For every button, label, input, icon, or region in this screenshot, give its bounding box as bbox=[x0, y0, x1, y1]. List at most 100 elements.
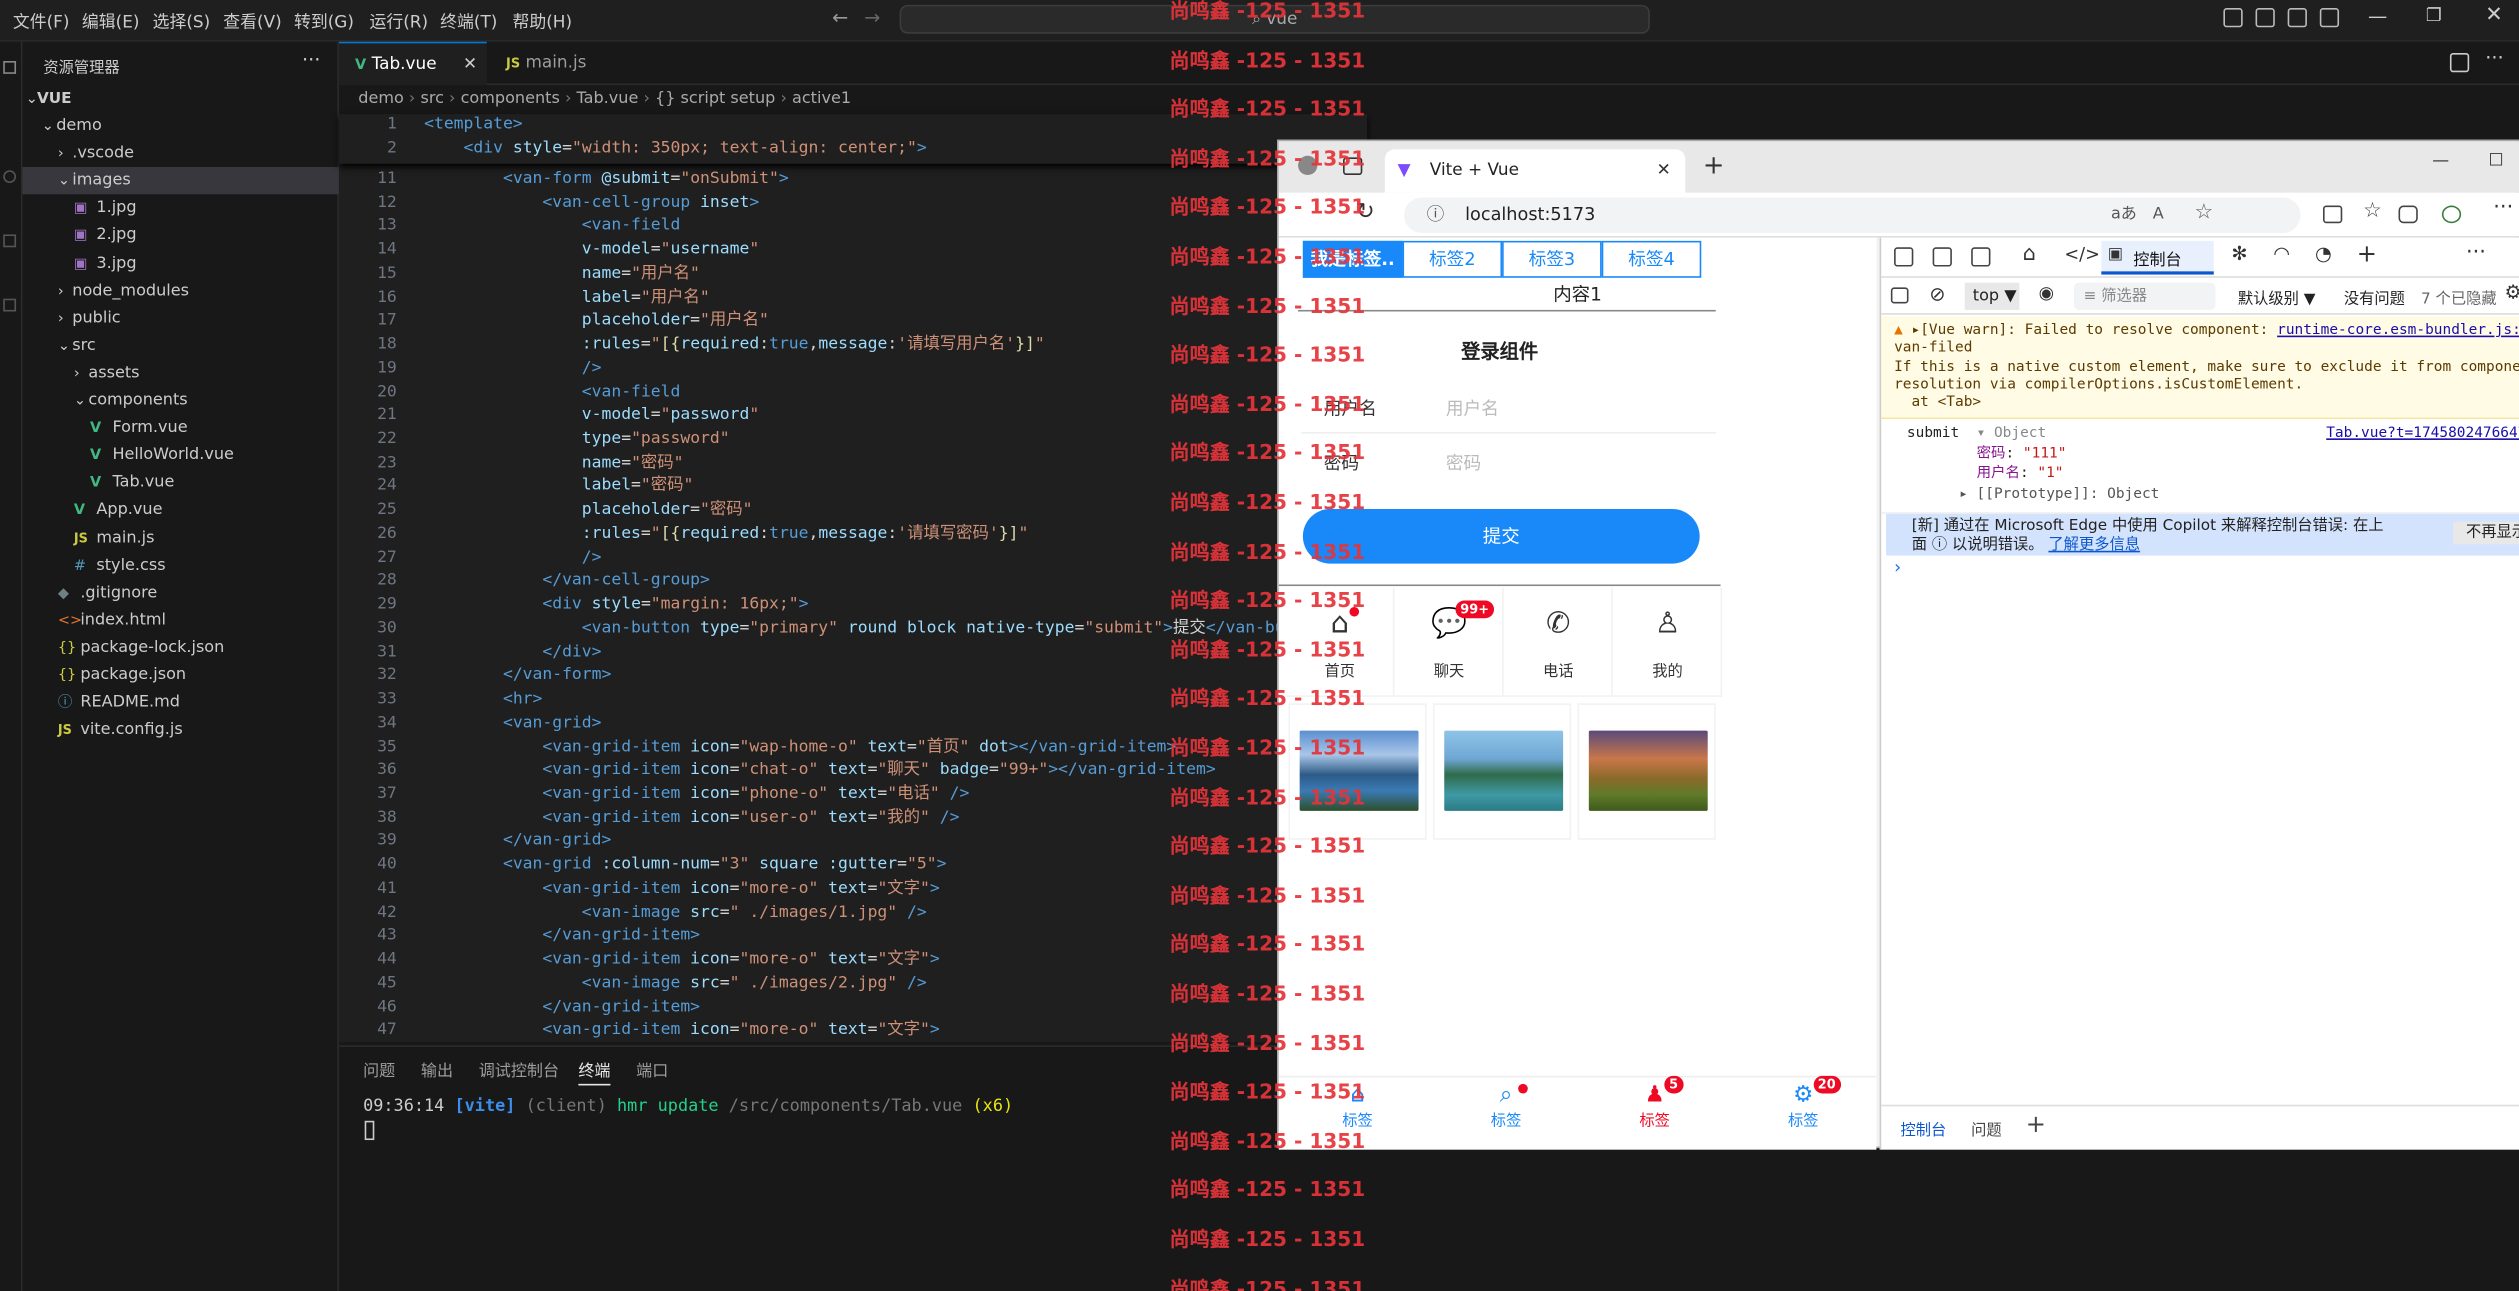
image-cell-1[interactable] bbox=[1288, 703, 1427, 840]
close-window-icon[interactable]: ✕ bbox=[2485, 3, 2503, 27]
panel-tab[interactable]: 输出 bbox=[421, 1057, 453, 1081]
search-view-icon[interactable] bbox=[3, 170, 17, 184]
extensions-icon[interactable] bbox=[3, 298, 17, 312]
elements-icon[interactable]: </> bbox=[2064, 244, 2100, 265]
extensions-puzzle-icon[interactable] bbox=[2441, 205, 2462, 224]
console-prompt-icon[interactable]: › bbox=[1894, 557, 1901, 578]
close-browser-tab-icon[interactable]: ✕ bbox=[1657, 149, 1671, 192]
panel-tab[interactable]: 终端 bbox=[578, 1057, 611, 1086]
toggle-panel-icon[interactable] bbox=[2255, 8, 2275, 28]
favorite-star-icon[interactable]: ☆ bbox=[2194, 196, 2213, 231]
menu-item[interactable]: 转到(G) bbox=[294, 10, 354, 34]
new-tab-icon[interactable]: + bbox=[1703, 149, 1725, 180]
add-tool-icon[interactable]: + bbox=[2357, 239, 2377, 268]
tree-item[interactable]: › node_modules bbox=[22, 277, 338, 304]
tabbar-item[interactable]: ⌕ 标签 bbox=[1432, 1082, 1580, 1130]
read-aloud-icon[interactable]: aあ bbox=[2111, 198, 2137, 233]
tab-main-js[interactable]: JS main.js bbox=[490, 42, 628, 85]
tree-root[interactable]: ⌄VUE bbox=[22, 85, 338, 112]
device-toolbar-icon[interactable] bbox=[1932, 247, 1952, 267]
tree-item[interactable]: ⌄ demo bbox=[22, 112, 338, 139]
tree-item[interactable]: V App.vue bbox=[22, 497, 338, 524]
inspect-icon[interactable] bbox=[1894, 247, 1914, 267]
tree-item[interactable]: ⌄ images bbox=[22, 167, 339, 195]
tree-item[interactable]: # style.css bbox=[22, 552, 338, 579]
issues-count[interactable]: 没有问题 bbox=[2344, 286, 2405, 309]
grid-item[interactable]: ✆ 电话 bbox=[1503, 587, 1613, 697]
dock-icon[interactable] bbox=[1971, 247, 1991, 267]
tree-item[interactable]: JS vite.config.js bbox=[22, 716, 338, 743]
browser-minimize-icon[interactable]: — bbox=[2432, 151, 2449, 170]
tree-item[interactable]: {} package-lock.json bbox=[22, 634, 338, 661]
drawer-add-icon[interactable]: + bbox=[2026, 1110, 2046, 1139]
image-cell-3[interactable] bbox=[1577, 703, 1716, 840]
panel-tab[interactable]: 端口 bbox=[636, 1057, 668, 1081]
browser-menu-icon[interactable]: ··· bbox=[2493, 196, 2513, 220]
tree-item[interactable]: ⌄ src bbox=[22, 332, 338, 359]
url-field[interactable]: ⓘ localhost:5173 aあ A ☆ bbox=[1404, 196, 2301, 233]
forward-arrow-icon[interactable]: → bbox=[864, 6, 880, 28]
log-level-select[interactable]: 默认级别 ▼ bbox=[2238, 286, 2316, 309]
tree-item[interactable]: ◆ .gitignore bbox=[22, 579, 338, 606]
tabbar-item[interactable]: ♟ 标签 5 bbox=[1581, 1075, 1729, 1130]
welcome-home-icon[interactable]: ⌂ bbox=[2023, 242, 2036, 266]
tree-item[interactable]: V HelloWorld.vue bbox=[22, 442, 338, 469]
more-actions-icon[interactable]: ··· bbox=[302, 48, 320, 70]
breadcrumb-item[interactable]: {} script setup bbox=[655, 90, 775, 108]
drawer-tab-console[interactable]: 控制台 bbox=[1900, 1118, 1946, 1140]
menu-item[interactable]: 查看(V) bbox=[223, 10, 281, 34]
tree-item[interactable]: › assets bbox=[22, 360, 338, 387]
drawer-tab-issues[interactable]: 问题 bbox=[1971, 1118, 2002, 1140]
console-settings-icon[interactable]: ⚙ bbox=[2505, 281, 2519, 303]
site-info-icon[interactable]: ⓘ bbox=[1427, 198, 1445, 233]
clear-console-icon[interactable]: ⊘ bbox=[1929, 283, 1945, 305]
tree-item[interactable]: {} package.json bbox=[22, 662, 338, 689]
log-object[interactable]: ▾ Object bbox=[1977, 426, 2047, 442]
explorer-icon[interactable] bbox=[3, 61, 17, 74]
van-tab[interactable]: 标签4 bbox=[1601, 240, 1702, 278]
devtools-more-icon[interactable]: ··· bbox=[2466, 241, 2486, 265]
van-tab[interactable]: 标签3 bbox=[1502, 240, 1602, 278]
breadcrumb-item[interactable]: src bbox=[420, 90, 443, 108]
tip-dismiss-button[interactable]: 不再显示 bbox=[2453, 521, 2519, 545]
menu-item[interactable]: 文件(F) bbox=[13, 10, 70, 34]
menu-item[interactable]: 终端(T) bbox=[440, 10, 497, 34]
bug-icon[interactable]: ✻ bbox=[2231, 242, 2247, 264]
split-screen-icon[interactable] bbox=[2322, 205, 2343, 224]
breadcrumb-item[interactable]: active1 bbox=[792, 90, 851, 108]
restore-icon[interactable]: ❐ bbox=[2426, 5, 2442, 26]
tab-console[interactable]: ▣ 控制台 bbox=[2101, 240, 2214, 275]
toggle-sidebar-icon[interactable] bbox=[2223, 8, 2243, 28]
tree-item[interactable]: V Tab.vue bbox=[22, 469, 338, 496]
panel-tab[interactable]: 调试控制台 bbox=[479, 1057, 559, 1081]
tree-item[interactable]: ⓘ README.md bbox=[22, 689, 338, 716]
context-select[interactable]: top ▼ bbox=[1964, 282, 2020, 310]
warn-source-link[interactable]: runtime-core.esm-bundler.js:51 bbox=[2277, 323, 2519, 339]
van-tab[interactable]: 标签2 bbox=[1402, 240, 1503, 278]
browser-tab-active[interactable]: ▼ Vite + Vue ✕ bbox=[1384, 149, 1686, 193]
tree-item[interactable]: › public bbox=[22, 305, 338, 332]
menu-item[interactable]: 选择(S) bbox=[153, 10, 211, 34]
image-cell-2[interactable] bbox=[1432, 703, 1572, 840]
tree-item[interactable]: ▣ 3.jpg bbox=[22, 250, 338, 277]
minimize-icon[interactable]: — bbox=[2368, 5, 2387, 27]
log-source-link[interactable]: Tab.vue?t=1745802476647: bbox=[2326, 424, 2519, 444]
live-expression-eye-icon[interactable]: ◉ bbox=[2039, 283, 2054, 304]
tree-item[interactable]: JS main.js bbox=[22, 524, 338, 551]
grid-item[interactable]: 💬 聊天 99+ bbox=[1394, 587, 1504, 697]
breadcrumb-item[interactable]: Tab.vue bbox=[576, 90, 638, 108]
editor-more-icon[interactable]: ··· bbox=[2485, 47, 2503, 69]
sidebar-toggle-icon[interactable] bbox=[1890, 287, 1909, 304]
network-wifi-icon[interactable]: ◠ bbox=[2273, 242, 2290, 264]
menu-item[interactable]: 帮助(H) bbox=[512, 10, 572, 34]
tree-item[interactable]: ⌄ components bbox=[22, 387, 338, 414]
toggle-secondary-sidebar-icon[interactable] bbox=[2287, 8, 2307, 28]
customize-layout-icon[interactable] bbox=[2319, 8, 2340, 28]
split-editor-icon[interactable] bbox=[2449, 52, 2470, 73]
tip-learn-more-link[interactable]: 了解更多信息 bbox=[2048, 536, 2140, 554]
close-tab-icon[interactable]: ✕ bbox=[463, 43, 477, 86]
breadcrumb-item[interactable]: demo bbox=[358, 90, 404, 108]
tree-item[interactable]: › .vscode bbox=[22, 140, 338, 167]
menu-item[interactable]: 编辑(E) bbox=[82, 10, 140, 34]
source-control-icon[interactable] bbox=[3, 234, 17, 248]
